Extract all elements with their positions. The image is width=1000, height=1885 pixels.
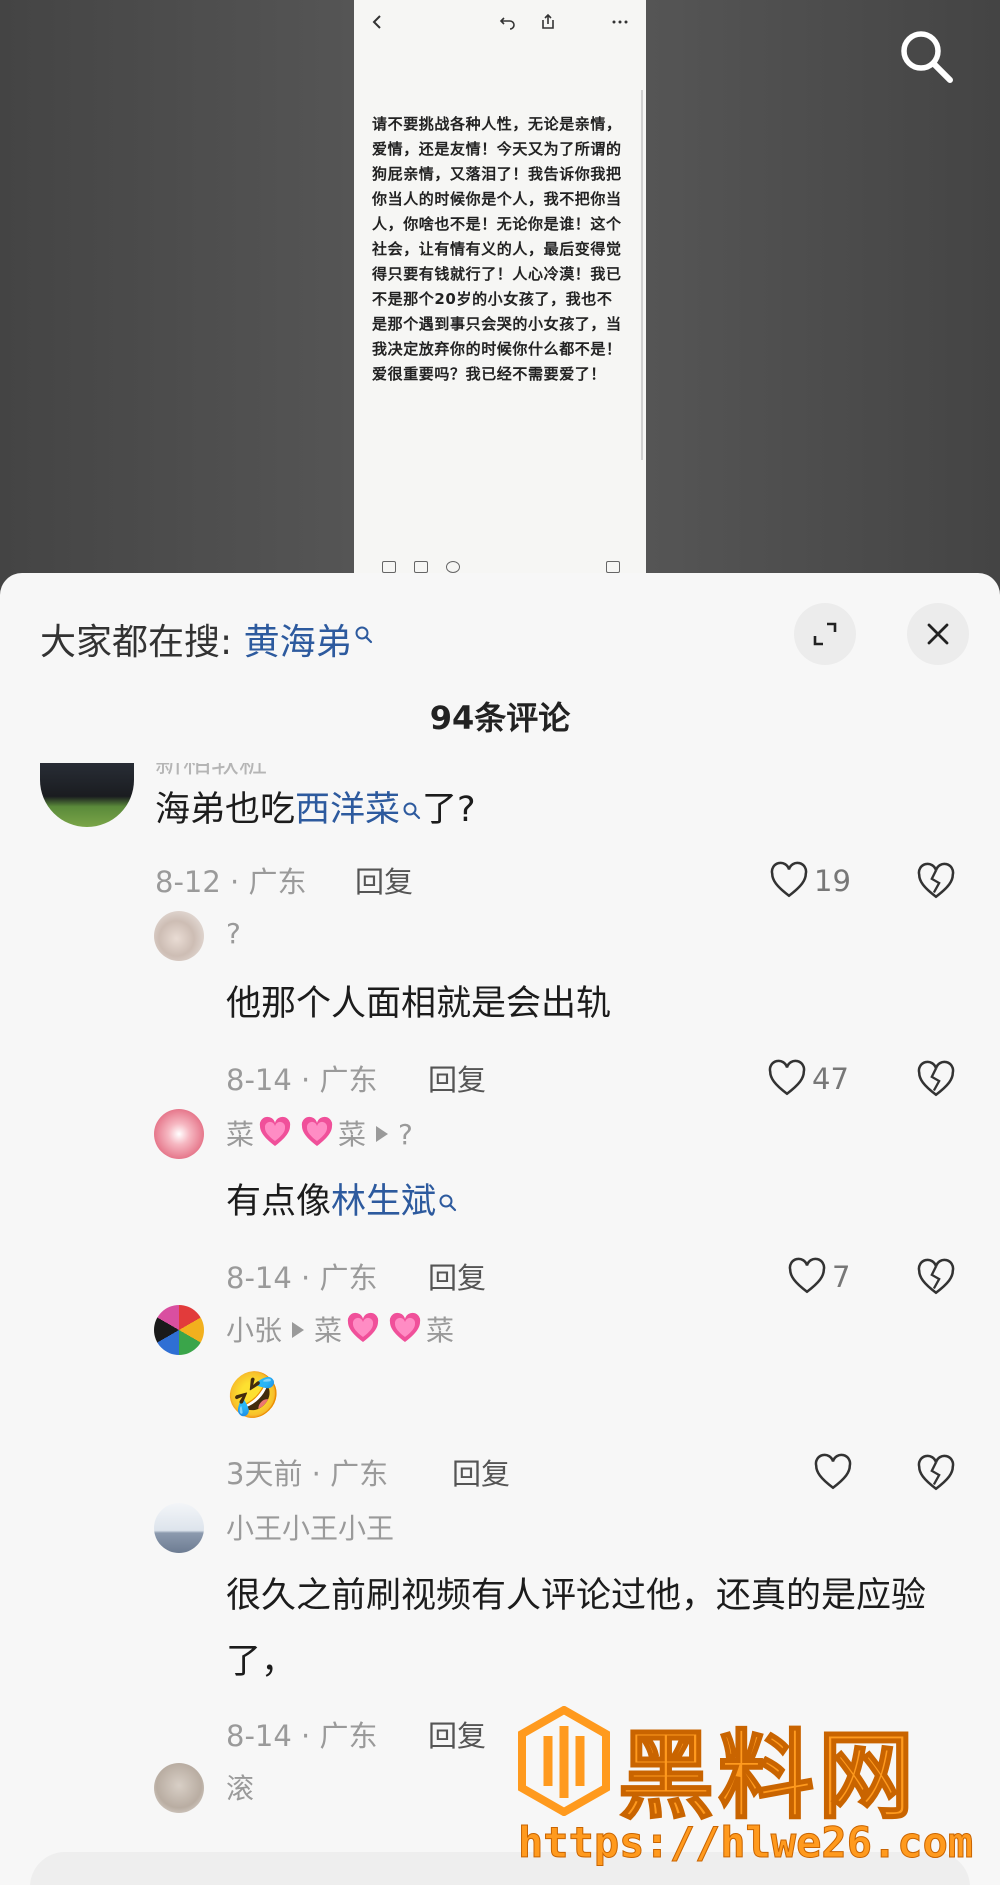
commenter-name[interactable]: 菜 菜? — [226, 1113, 413, 1153]
commenter-name-part: 菜 — [338, 1118, 367, 1151]
close-icon — [927, 623, 949, 645]
comment-keyword-link[interactable]: 林生斌 — [331, 1182, 436, 1222]
video-area[interactable]: 请不要挑战各种人性，无论是亲情，爱情，还是友情！今天又为了所谓的狗屁亲情，又落泪… — [0, 0, 1000, 600]
comment-meta: 8-12 · 广东 — [155, 865, 307, 899]
broken-heart-icon — [917, 1454, 955, 1491]
like-button[interactable]: 19 — [768, 859, 851, 903]
comment-text-part: 有点像 — [226, 1182, 332, 1222]
dislike-button[interactable] — [915, 861, 957, 903]
dislike-button[interactable] — [915, 1059, 957, 1101]
comment-text-part: 了? — [422, 790, 476, 830]
like-count: 19 — [814, 864, 851, 898]
comment-count-title: 94条评论 — [429, 699, 571, 737]
comment-meta: 8-14 · 广东 — [226, 1063, 378, 1097]
camera-icon — [446, 561, 460, 573]
broken-heart-icon — [917, 1060, 955, 1097]
heart-icon — [768, 1059, 806, 1096]
reply-to-name: ? — [398, 1118, 413, 1151]
note-text: 请不要挑战各种人性，无论是亲情，爱情，还是友情！今天又为了所谓的狗屁亲情，又落泪… — [372, 115, 622, 383]
note-toolbar — [354, 0, 646, 46]
expand-icon — [813, 622, 837, 646]
commenter-name[interactable]: 滚 — [226, 1767, 254, 1807]
reply-to-name: 菜 — [314, 1314, 343, 1347]
heart-icon — [770, 861, 808, 898]
comments-sheet: 大家都在搜: 黄海弟 94条评论 新相软粧 海弟也吃西洋菜了? 8-12 · 广… — [0, 573, 1000, 1885]
commenter-name[interactable]: ? — [226, 917, 241, 950]
edit-icon — [606, 561, 620, 573]
reply-button[interactable]: 回复 — [428, 1057, 486, 1099]
avatar[interactable] — [154, 1763, 204, 1813]
comment-meta: 3天前 · 广东 — [226, 1457, 389, 1491]
pen-icon — [414, 561, 428, 573]
more-icon — [612, 20, 628, 24]
broken-heart-icon — [917, 862, 955, 899]
note-screenshot: 请不要挑战各种人性，无论是亲情，爱情，还是友情！今天又为了所谓的狗屁亲情，又落泪… — [354, 0, 646, 575]
comment-text: 他那个人面相就是会出轨 — [226, 984, 612, 1024]
reply-button[interactable]: 回复 — [428, 1255, 486, 1297]
commenter-name[interactable]: 小王小王小王 — [226, 1507, 394, 1547]
commenter-name-part: 菜 — [226, 1118, 255, 1151]
reply-to-name: 菜 — [426, 1314, 455, 1347]
trending-search-keyword[interactable]: 黄海弟 — [244, 622, 352, 663]
note-bottom-tools — [354, 555, 646, 575]
pink-heart-icon — [389, 1312, 421, 1342]
close-button[interactable] — [907, 603, 969, 665]
expand-button[interactable] — [794, 603, 856, 665]
comment-keyword-link[interactable]: 西洋菜 — [295, 790, 400, 830]
like-button[interactable]: 7 — [786, 1255, 850, 1299]
comment-text: 很久之前刷视频有人评论过他，还真的是应验了， — [226, 1576, 927, 1682]
dislike-button[interactable] — [915, 1257, 957, 1299]
watermark: 黑料网 https://hlwe26.com — [517, 1698, 998, 1878]
reply-button[interactable]: 回复 — [428, 1713, 486, 1755]
watermark-logo-icon — [518, 1706, 610, 1816]
search-keyword-icon — [438, 1169, 458, 1212]
commenter-name-part: 小张 — [226, 1314, 283, 1347]
undo-icon — [499, 17, 515, 30]
commenter-name[interactable]: 小张菜菜 — [226, 1309, 454, 1349]
comment-meta: 8-14 · 广东 — [226, 1261, 378, 1295]
reply-arrow-icon — [376, 1126, 389, 1142]
pink-heart-icon — [347, 1312, 379, 1342]
avatar[interactable] — [154, 911, 204, 961]
reply-arrow-icon — [292, 1322, 305, 1338]
broken-heart-icon — [917, 1258, 955, 1295]
dislike-button[interactable] — [915, 1453, 957, 1495]
comment-text: 海弟也吃西洋菜 了? — [155, 777, 476, 843]
reply-button[interactable]: 回复 — [355, 859, 413, 901]
comment-text: 有点像林生斌 — [226, 1169, 458, 1235]
search-keyword-icon — [402, 777, 422, 820]
trending-search-prefix: 大家都在搜: — [40, 622, 233, 663]
search-icon[interactable] — [896, 26, 956, 86]
like-button[interactable]: 47 — [766, 1057, 849, 1101]
trending-search[interactable]: 大家都在搜: 黄海弟 — [40, 613, 374, 665]
avatar[interactable] — [154, 1503, 204, 1553]
comment-emoji: 🤣 — [226, 1370, 281, 1421]
share-icon — [542, 13, 554, 29]
watermark-url: https://hlwe26.com — [517, 1818, 974, 1868]
avatar[interactable] — [40, 763, 134, 827]
comment-meta: 8-14 · 广东 — [226, 1719, 378, 1753]
reply-button[interactable]: 回复 — [452, 1451, 510, 1493]
like-count: 47 — [812, 1062, 849, 1096]
pink-heart-icon — [301, 1116, 333, 1146]
avatar[interactable] — [154, 1305, 204, 1355]
pink-heart-icon — [259, 1116, 291, 1146]
back-icon — [372, 15, 381, 29]
note-scrollbar — [641, 90, 643, 460]
heart-icon — [788, 1257, 826, 1294]
search-keyword-icon — [354, 613, 374, 644]
heart-icon — [814, 1453, 852, 1490]
avatar[interactable] — [154, 1109, 204, 1159]
like-button[interactable] — [812, 1451, 858, 1495]
like-count: 7 — [832, 1260, 851, 1294]
list-icon — [382, 561, 396, 573]
comment-text-part: 海弟也吃 — [155, 790, 296, 830]
watermark-title: 黑料网 — [617, 1719, 918, 1833]
